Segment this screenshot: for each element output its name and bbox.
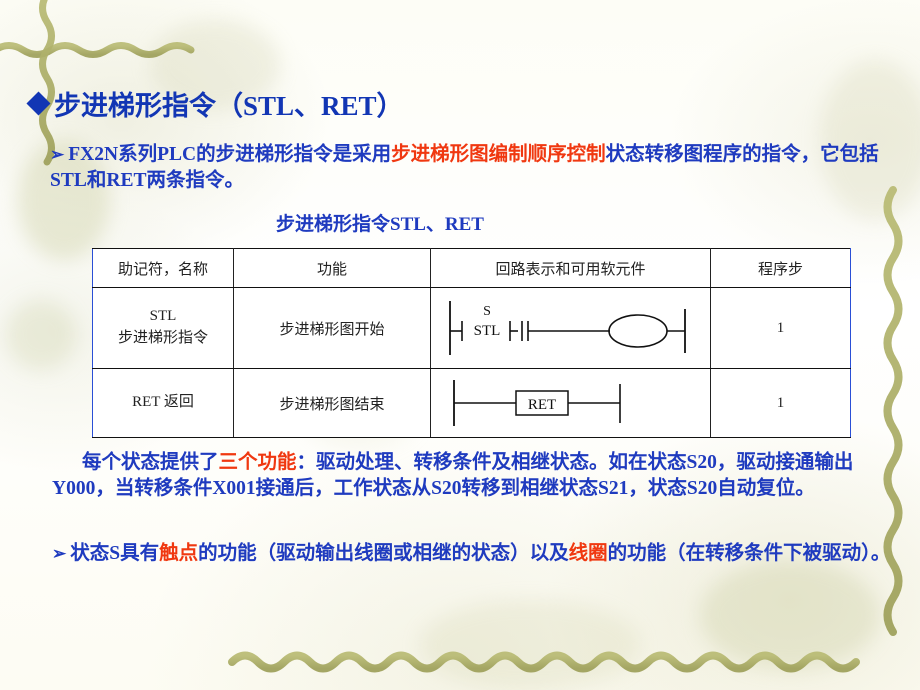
para3-segment-1: 状态S具有 bbox=[70, 543, 160, 564]
slide-canvas: 步进梯形指令（STL、RET） ➢ FX2N系列PLC的步进梯形指令是采用步进梯形… bbox=[0, 0, 920, 690]
contact-coil-paragraph: ➢ 状态S具有触点的功能（驱动输出线圈或相继的状态）以及线圈的功能（在转移条件下被… bbox=[52, 541, 910, 567]
table-header-steps: 程序步 bbox=[710, 248, 851, 288]
intro-paragraph: ➢ FX2N系列PLC的步进梯形指令是采用步进梯形图编制顺序控制状态转移图程序的指… bbox=[50, 142, 910, 193]
ladder-diagram-stl-icon: S STL bbox=[448, 301, 686, 355]
table-header-row: 助记符，名称 功能 回路表示和可用软元件 程序步 bbox=[92, 248, 851, 288]
para3-highlight-coil: 线圈 bbox=[568, 543, 608, 564]
intro-segment-1: FX2N系列PLC的步进梯形指令是采用 bbox=[68, 144, 392, 165]
mnemonic-code: STL bbox=[149, 308, 177, 325]
cell-steps-stl: 1 bbox=[710, 287, 851, 369]
description-paragraph: 每个状态提供了三个功能：驱动处理、转移条件及相继状态。如在状态S20，驱动接通输… bbox=[52, 450, 910, 501]
para3-segment-3: 的功能（驱动输出线圈或相继的状态）以及 bbox=[198, 543, 569, 564]
slide-title-row: 步进梯形指令（STL、RET） bbox=[26, 84, 404, 123]
mnemonic-name: 步进梯形指令 bbox=[117, 330, 208, 346]
cell-diagram-stl: S STL bbox=[430, 287, 711, 369]
page-title: 步进梯形指令（STL、RET） bbox=[54, 91, 404, 121]
cell-mnemonic-ret: RET 返回 bbox=[92, 368, 234, 438]
mnemonic-code: RET 返回 bbox=[132, 394, 194, 411]
para2-segment-highlight: 三个功能 bbox=[218, 452, 297, 473]
svg-text:STL: STL bbox=[473, 323, 500, 339]
table-header-function: 功能 bbox=[233, 248, 431, 288]
para2-segment-1: 每个状态提供了 bbox=[82, 452, 219, 473]
table-row: RET 返回 步进梯形图结束 RET 1 bbox=[92, 368, 851, 438]
arrow-bullet-icon: ➢ bbox=[52, 544, 67, 563]
table-header-circuit: 回路表示和可用软元件 bbox=[430, 248, 711, 288]
table-caption: 步进梯形指令STL、RET bbox=[276, 214, 484, 235]
diamond-bullet-icon bbox=[26, 91, 51, 116]
para3-segment-5: 的功能（在转移条件下被驱动）。 bbox=[607, 543, 891, 564]
svg-text:S: S bbox=[483, 304, 491, 319]
cell-function-stl: 步进梯形图开始 bbox=[233, 287, 431, 369]
table-header-mnemonic: 助记符，名称 bbox=[92, 248, 234, 288]
ladder-diagram-ret-icon: RET bbox=[452, 380, 621, 426]
arrow-bullet-icon: ➢ bbox=[50, 145, 65, 164]
cell-steps-ret: 1 bbox=[710, 368, 851, 438]
svg-text:RET: RET bbox=[527, 397, 555, 413]
instruction-table: 助记符，名称 功能 回路表示和可用软元件 程序步 STL 步进梯形指令 步进梯形… bbox=[92, 248, 851, 438]
para3-highlight-contact: 触点 bbox=[159, 543, 199, 564]
table-row: STL 步进梯形指令 步进梯形图开始 S STL 1 bbox=[92, 287, 851, 369]
intro-segment-highlight: 步进梯形图编制顺序控制 bbox=[391, 144, 606, 165]
cell-function-ret: 步进梯形图结束 bbox=[233, 368, 431, 438]
cell-mnemonic-stl: STL 步进梯形指令 bbox=[92, 287, 234, 369]
cell-diagram-ret: RET bbox=[430, 368, 711, 438]
instruction-table-wrapper: 助记符，名称 功能 回路表示和可用软元件 程序步 STL 步进梯形指令 步进梯形… bbox=[92, 248, 851, 438]
